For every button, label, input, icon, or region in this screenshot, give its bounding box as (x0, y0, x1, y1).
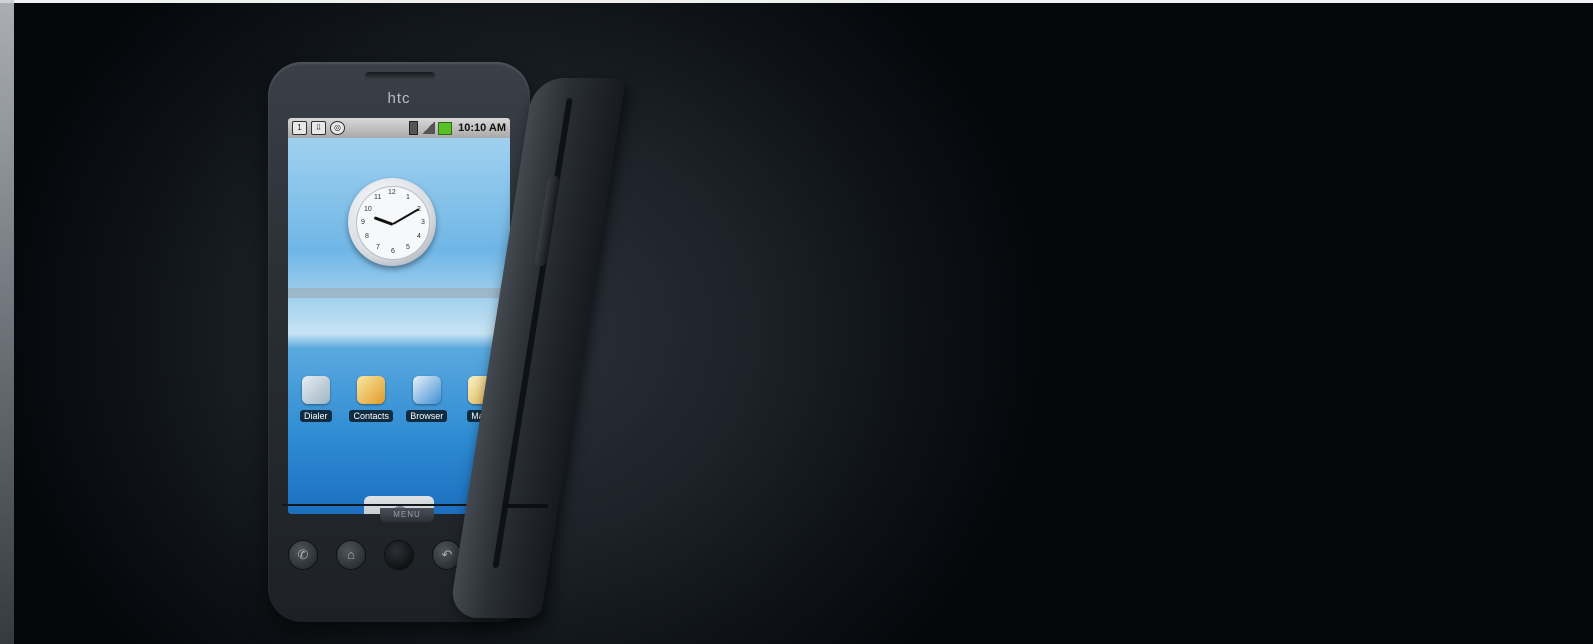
earpiece-speaker (365, 72, 435, 80)
clock-number: 11 (374, 194, 382, 201)
sync-icon: ◎ (330, 121, 345, 135)
clock-number: 7 (376, 244, 380, 251)
status-time: 10:10 AM (458, 122, 506, 134)
top-border (0, 0, 1593, 3)
clock-number: 6 (391, 248, 395, 255)
app-label: Contacts (349, 410, 394, 422)
call-button[interactable]: ✆ (288, 540, 318, 570)
clock-number: 12 (388, 189, 396, 196)
usb-icon: ⇩ (311, 121, 326, 135)
background (0, 0, 1593, 644)
volume-rocker (534, 176, 561, 266)
clock-number: 4 (417, 233, 421, 240)
clock-number: 10 (364, 206, 372, 213)
slider-hinge (501, 504, 549, 508)
status-right: 10:10 AM (409, 121, 510, 135)
app-shortcut-contacts[interactable]: Contacts (346, 376, 396, 422)
data-icon (438, 121, 453, 135)
horizon (288, 288, 510, 298)
clock-minute-hand (392, 208, 420, 225)
menu-button[interactable]: MENU (380, 508, 434, 522)
dialer-icon (301, 376, 330, 404)
brand-logo: htc (387, 90, 411, 107)
clock-face: 12 1 2 3 4 5 6 7 8 9 10 11 (356, 186, 430, 260)
status-bar: 1 ⇩ ◎ 10:10 AM (288, 118, 510, 138)
app-label: Browser (406, 410, 448, 422)
trackball[interactable] (384, 540, 414, 570)
clock-number: 1 (406, 194, 410, 201)
app-shortcut-dialer[interactable]: Dialer (291, 376, 341, 422)
contacts-icon (357, 376, 386, 404)
clock-hour-hand (373, 216, 394, 226)
browser-icon (412, 376, 441, 404)
clock-number: 5 (406, 244, 410, 251)
home-button[interactable]: ⌂ (336, 540, 366, 570)
analog-clock-widget[interactable]: 12 1 2 3 4 5 6 7 8 9 10 11 (348, 178, 436, 266)
clock-number: 3 (421, 219, 425, 226)
home-shortcuts: Dialer Contacts Browser Maps (288, 376, 510, 422)
signal-icon (421, 122, 436, 134)
clock-number: 9 (361, 219, 365, 226)
app-label: Dialer (299, 410, 332, 422)
left-edge-strip (0, 0, 14, 644)
battery-icon (409, 121, 419, 135)
calendar-icon: 1 (292, 121, 307, 135)
clock-number: 8 (365, 233, 369, 240)
app-shortcut-browser[interactable]: Browser (402, 376, 452, 422)
